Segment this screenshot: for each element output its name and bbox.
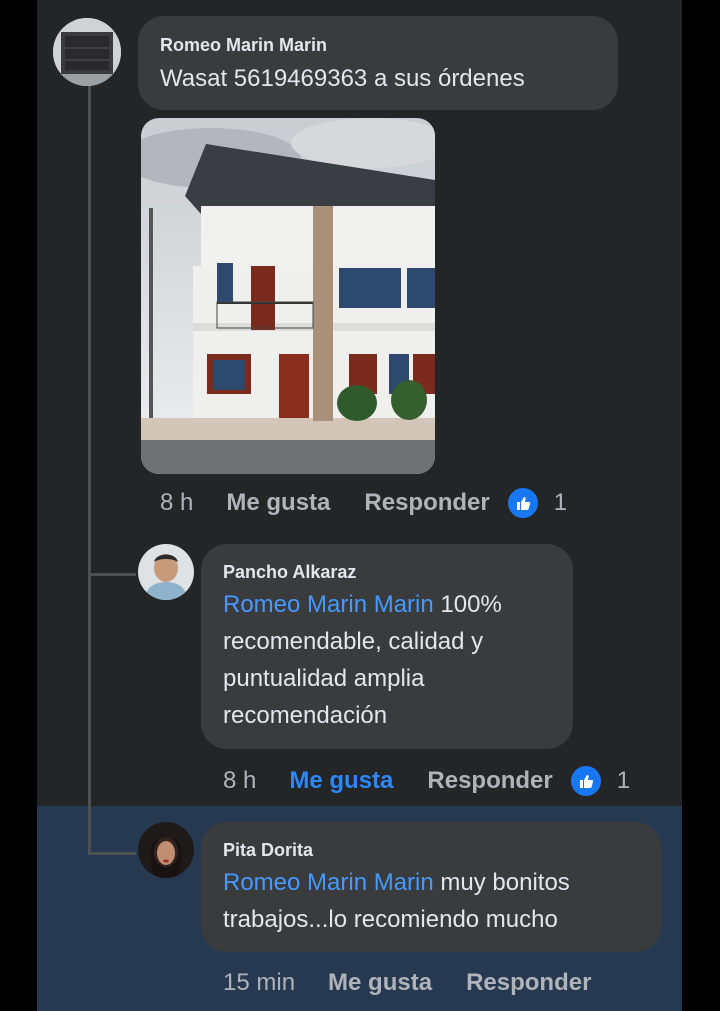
reaction-count[interactable]: 1: [617, 767, 630, 795]
thread-branch: [88, 573, 136, 576]
thread-line: [88, 86, 91, 854]
mention-link[interactable]: Romeo Marin Marin: [223, 591, 434, 618]
comment-time[interactable]: 8 h: [160, 489, 193, 517]
reaction-count[interactable]: 1: [554, 489, 567, 517]
attached-photo[interactable]: [141, 118, 435, 474]
comment-time[interactable]: 8 h: [223, 767, 256, 795]
text-line: 100%: [433, 591, 502, 618]
avatar-pita[interactable]: [138, 822, 194, 878]
reply-button[interactable]: Responder: [364, 489, 489, 517]
avatar-image: [138, 822, 194, 878]
comment-actions: 15 min Me gusta Responder: [223, 965, 591, 1001]
comment-thread: Romeo Marin Marin Wasat 5619469363 a sus…: [37, 0, 682, 1011]
comment-text: Wasat 5619469363 a sus órdenes: [160, 65, 525, 92]
comment-actions: 8 h Me gusta Responder 1: [160, 485, 567, 521]
avatar-image: [53, 18, 121, 86]
avatar-image: [138, 544, 194, 600]
comment-author[interactable]: Pita Dorita: [223, 840, 313, 861]
comment-text: Romeo Marin Marin 100% recomendable, cal…: [223, 586, 502, 734]
comment-author[interactable]: Pancho Alkaraz: [223, 562, 356, 583]
thread-branch: [88, 852, 136, 855]
text-line: trabajos...lo recomiendo mucho: [223, 906, 558, 933]
text-line: puntualidad amplia: [223, 665, 425, 692]
mention-link[interactable]: Romeo Marin Marin: [223, 869, 434, 896]
like-reaction-icon[interactable]: [505, 486, 540, 520]
comment-actions: 8 h Me gusta Responder 1: [223, 763, 630, 799]
reply-button[interactable]: Responder: [466, 969, 591, 997]
text-line: recomendable, calidad y: [223, 628, 484, 655]
like-button[interactable]: Me gusta: [328, 969, 432, 997]
like-button[interactable]: Me gusta: [289, 767, 393, 795]
reply-button[interactable]: Responder: [427, 767, 552, 795]
avatar-pancho[interactable]: [138, 544, 194, 600]
like-reaction-icon[interactable]: [568, 764, 603, 798]
like-button[interactable]: Me gusta: [226, 489, 330, 517]
comment-text: Romeo Marin Marin muy bonitos trabajos..…: [223, 864, 570, 938]
text-line: recomendación: [223, 702, 388, 729]
comment-time[interactable]: 15 min: [223, 969, 295, 997]
text-line: muy bonitos: [433, 869, 570, 896]
house-photo: [141, 118, 435, 474]
avatar-romeo[interactable]: [53, 18, 121, 86]
comment-author[interactable]: Romeo Marin Marin: [160, 35, 327, 56]
